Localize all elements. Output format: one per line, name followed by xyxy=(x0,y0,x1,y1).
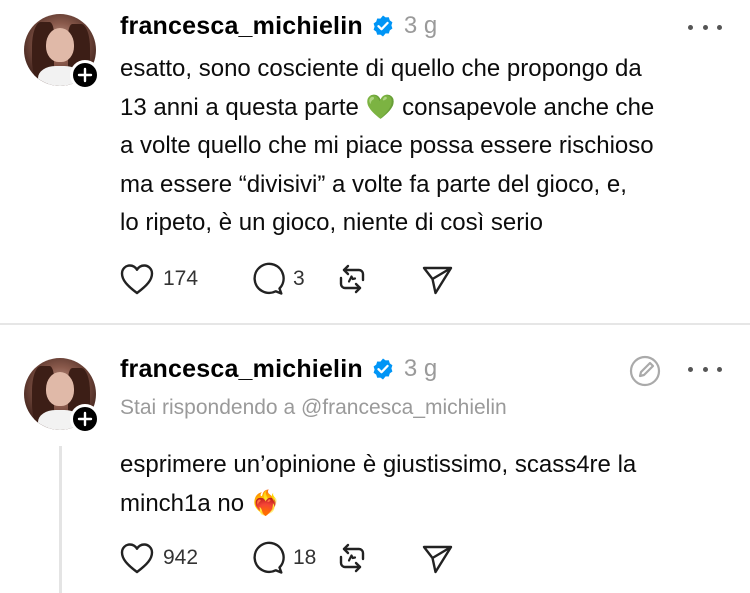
thread-post-2: francesca_michielin 3 g Stai rispondendo… xyxy=(0,326,750,593)
share-button[interactable] xyxy=(420,538,460,578)
text-line: esatto, sono cosciente di quello che pro… xyxy=(120,55,642,82)
username[interactable]: francesca_michielin xyxy=(120,355,363,384)
reply-count: 3 xyxy=(293,267,305,290)
verified-badge-icon xyxy=(371,14,395,38)
avatar[interactable] xyxy=(24,358,100,434)
post-actions: 174 3 xyxy=(119,259,460,299)
like-button[interactable]: 174 xyxy=(119,259,213,299)
post-header: francesca_michielin 3 g xyxy=(120,351,437,387)
post-divider xyxy=(0,323,750,325)
send-icon xyxy=(422,266,453,295)
like-count: 942 xyxy=(163,546,199,569)
follow-plus-icon[interactable] xyxy=(70,60,100,90)
text-line: minch1a no ❤️‍🔥 xyxy=(120,489,281,517)
comment-bubble-icon xyxy=(253,541,285,574)
post-time: 3 g xyxy=(403,355,438,382)
share-button[interactable] xyxy=(420,259,460,299)
post-text: esprimere un’opinione è giustissimo, sca… xyxy=(120,446,730,523)
quote-edit-icon[interactable] xyxy=(628,354,662,388)
post-time: 3 g xyxy=(403,12,438,39)
username[interactable]: francesca_michielin xyxy=(120,12,363,41)
like-button[interactable]: 942 xyxy=(119,538,213,578)
like-count: 174 xyxy=(163,267,199,290)
repost-button[interactable] xyxy=(335,259,375,299)
repost-button[interactable] xyxy=(335,538,375,578)
post-actions: 942 18 xyxy=(119,538,460,578)
text-line: esprimere un’opinione è giustissimo, sca… xyxy=(120,451,637,478)
text-line: a volte quello che mi piace possa essere… xyxy=(120,132,654,159)
thread-post-1: francesca_michielin 3 g esatto, sono cos… xyxy=(0,0,750,324)
thread-line xyxy=(59,446,62,593)
verified-badge-icon xyxy=(371,357,395,381)
reply-button[interactable]: 3 xyxy=(249,259,319,299)
text-line: lo ripeto, è un gioco, niente di così se… xyxy=(120,209,543,236)
text-line: 13 anni a questa parte 💚 consapevole anc… xyxy=(120,93,655,121)
follow-plus-icon[interactable] xyxy=(70,404,100,434)
reply-button[interactable]: 18 xyxy=(249,538,329,578)
text-line: ma essere “divisivi” a volte fa parte de… xyxy=(120,170,627,198)
heart-on-fire-emoji: ❤️‍🔥 xyxy=(250,489,281,517)
repost-icon xyxy=(339,543,365,573)
heart-icon xyxy=(120,543,154,574)
send-icon xyxy=(422,545,453,574)
more-horizontal-icon[interactable] xyxy=(688,17,722,37)
post-header: francesca_michielin 3 g xyxy=(120,8,437,44)
replying-to-label: Stai rispondendo a @francesca_michielin xyxy=(120,396,507,419)
reply-count: 18 xyxy=(293,546,317,569)
avatar[interactable] xyxy=(24,14,100,90)
heart-icon xyxy=(120,264,154,295)
comment-bubble-icon xyxy=(253,262,285,295)
green-heart-emoji: 💚 xyxy=(365,93,396,121)
repost-icon xyxy=(339,264,365,294)
more-horizontal-icon[interactable] xyxy=(688,359,722,379)
post-text: esatto, sono cosciente di quello che pro… xyxy=(120,50,730,243)
